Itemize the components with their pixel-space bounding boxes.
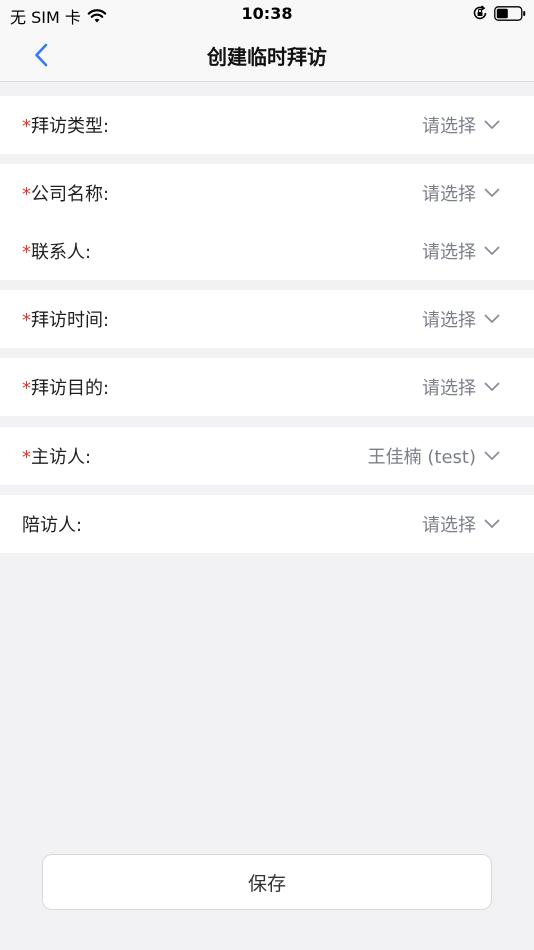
contact-label: *联系人: xyxy=(22,242,92,263)
required-mark: * xyxy=(22,116,31,137)
chevron-down-icon xyxy=(484,382,500,391)
host-visitor-value: 王佳楠 (test) xyxy=(367,447,476,468)
companion-visitor-value: 请选择 xyxy=(422,515,476,536)
navigation-bar: 创建临时拜访 xyxy=(0,28,534,82)
form-group-host: *主访人: 王佳楠 (test) xyxy=(0,427,534,485)
chevron-down-icon xyxy=(484,314,500,323)
visit-type-label: *拜访类型: xyxy=(22,116,110,137)
host-visitor-row[interactable]: *主访人: 王佳楠 (test) xyxy=(0,427,534,485)
visit-purpose-row[interactable]: *拜访目的: 请选择 xyxy=(0,358,534,416)
visit-time-label: *拜访时间: xyxy=(22,310,110,331)
companion-visitor-row[interactable]: 陪访人: 请选择 xyxy=(0,495,534,553)
form-group-visit-type: *拜访类型: 请选择 xyxy=(0,96,534,154)
contact-row[interactable]: *联系人: 请选择 xyxy=(0,222,534,280)
required-mark: * xyxy=(22,310,31,331)
status-time: 10:38 xyxy=(241,4,293,23)
required-mark: * xyxy=(22,378,31,399)
orientation-lock-icon xyxy=(473,5,487,20)
required-mark: * xyxy=(22,242,31,263)
visit-type-value: 请选择 xyxy=(422,116,476,137)
visit-type-row[interactable]: *拜访类型: 请选择 xyxy=(0,96,534,154)
page-title: 创建临时拜访 xyxy=(207,45,327,69)
chevron-down-icon xyxy=(484,120,500,129)
chevron-down-icon xyxy=(484,246,500,255)
form-group-company: *公司名称: 请选择 *联系人: 请选择 xyxy=(0,164,534,280)
save-button[interactable]: 保存 xyxy=(42,854,492,910)
visit-time-row[interactable]: *拜访时间: 请选择 xyxy=(0,290,534,348)
chevron-down-icon xyxy=(484,188,500,197)
company-name-row[interactable]: *公司名称: 请选择 xyxy=(0,164,534,222)
status-right xyxy=(472,5,526,21)
battery-icon xyxy=(494,5,526,21)
chevron-down-icon xyxy=(484,519,500,528)
form-group-visit-purpose: *拜访目的: 请选择 xyxy=(0,358,534,416)
visit-time-value: 请选择 xyxy=(422,310,476,331)
form-group-companion: 陪访人: 请选择 xyxy=(0,495,534,553)
companion-visitor-label: 陪访人: xyxy=(22,515,83,536)
form-group-visit-time: *拜访时间: 请选择 xyxy=(0,290,534,348)
contact-value: 请选择 xyxy=(422,242,476,263)
company-name-label: *公司名称: xyxy=(22,184,110,205)
host-visitor-label: *主访人: xyxy=(22,447,92,468)
visit-purpose-label: *拜访目的: xyxy=(22,378,110,399)
visit-purpose-value: 请选择 xyxy=(422,378,476,399)
company-name-value: 请选择 xyxy=(422,184,476,205)
required-mark: * xyxy=(22,184,31,205)
required-mark: * xyxy=(22,447,31,468)
chevron-down-icon xyxy=(484,451,500,460)
status-bar: 无 SIM 卡 10:38 xyxy=(0,0,534,28)
